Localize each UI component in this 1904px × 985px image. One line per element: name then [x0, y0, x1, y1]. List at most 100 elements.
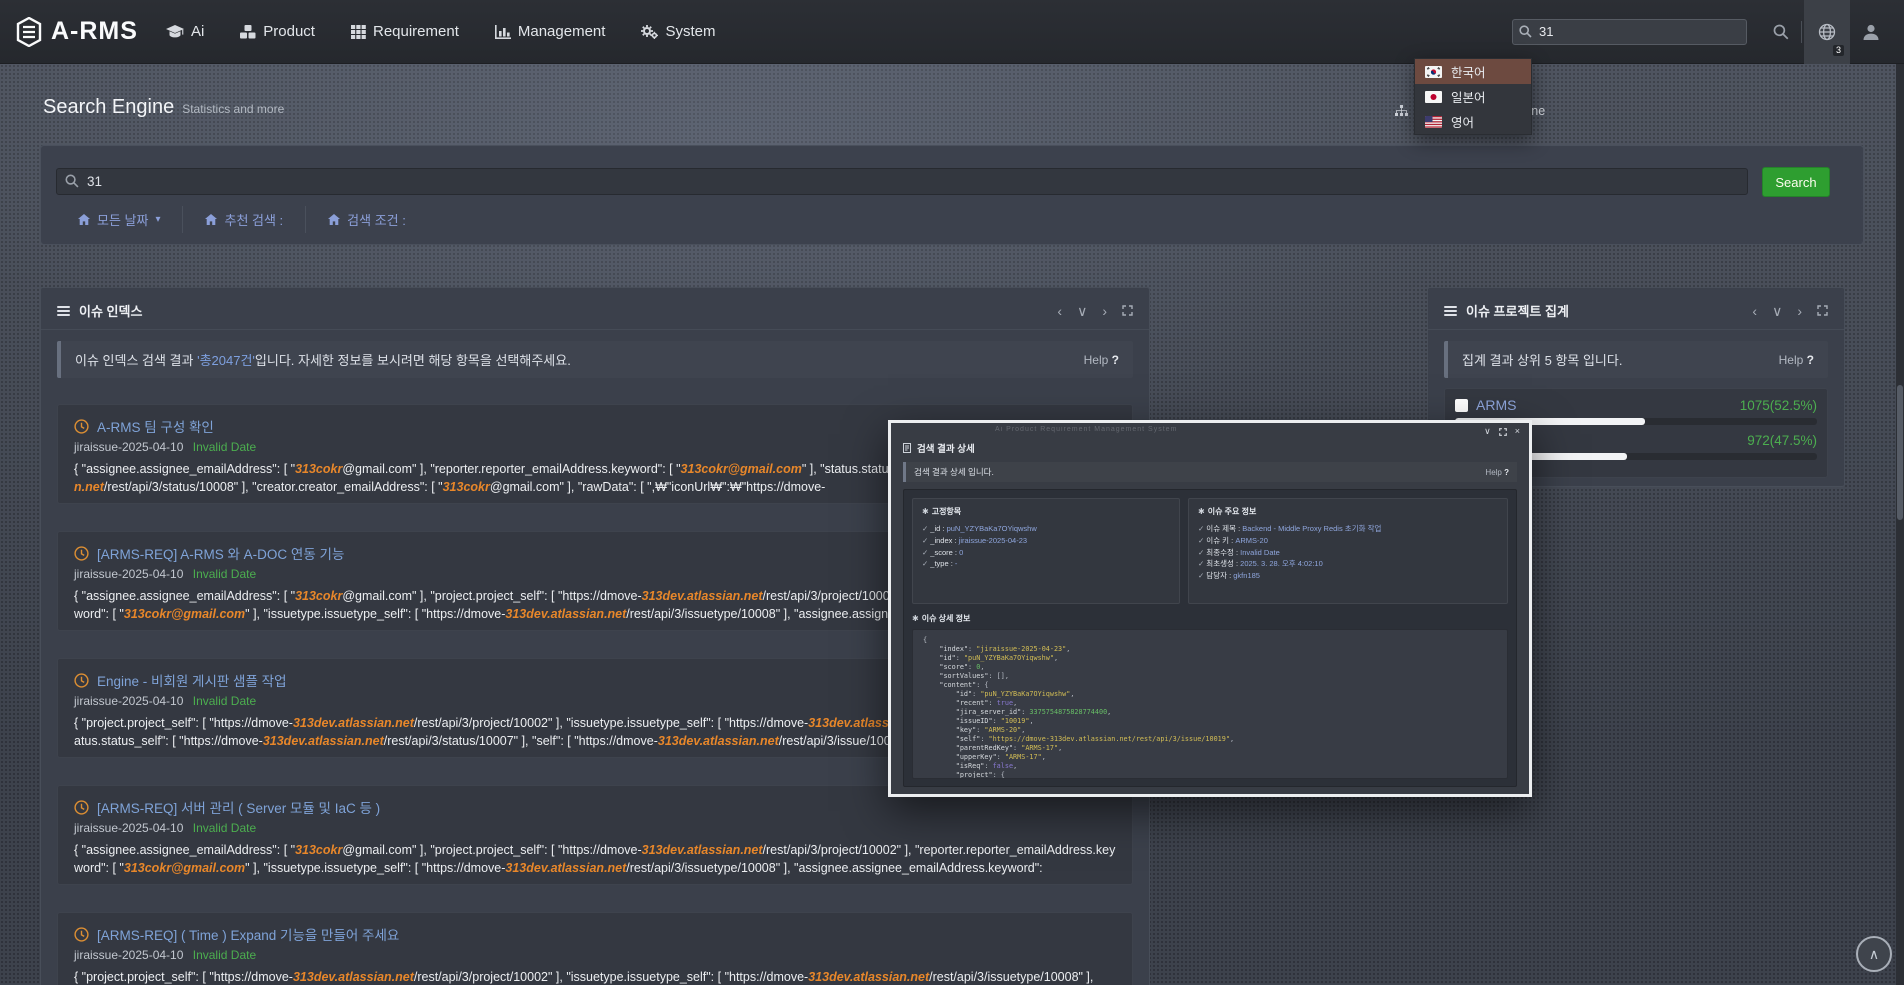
collapse-icon[interactable]: ∨ [1077, 304, 1087, 318]
issue-meta: jiraissue-2025-04-10 Invalid Date [74, 948, 1116, 962]
issue-index-name: jiraissue-2025-04-10 [74, 440, 183, 454]
message-pre: 이슈 인덱스 검색 결과 [75, 353, 197, 368]
issue-title[interactable]: Engine - 비회원 게시판 샘플 작업 [97, 670, 287, 690]
search-submit-button[interactable]: Search [1762, 167, 1830, 197]
language-option-english[interactable]: 영어 [1415, 109, 1531, 134]
search-button-icon[interactable] [1763, 24, 1799, 40]
modal-message-text: 검색 결과 상세 입니다. [914, 466, 994, 478]
modal-body: ✱고정항목 ✓_id : puN_YZYBaKa7OYiqwshw✓_index… [903, 489, 1517, 787]
search-icon [65, 174, 79, 188]
expand-icon[interactable] [1122, 305, 1133, 316]
next-icon[interactable]: › [1797, 304, 1802, 318]
list-icon [57, 304, 70, 318]
close-icon[interactable]: × [1515, 427, 1520, 436]
nav-search [1512, 19, 1747, 45]
result-count-link[interactable]: '총2047건' [197, 353, 255, 368]
issue-index-name: jiraissue-2025-04-10 [74, 948, 183, 962]
sitemap-icon [1395, 105, 1408, 117]
help-button[interactable]: Help ? [1485, 468, 1509, 477]
scroll-to-top-button[interactable]: ∧ [1856, 936, 1892, 972]
logo-text: A-RMS [51, 17, 138, 46]
menu-item-requirement[interactable]: Requirement [351, 23, 459, 40]
page-subtitle: Statistics and more [182, 102, 284, 116]
help-button[interactable]: Help ? [1084, 353, 1119, 367]
issue-index-header: 이슈 인덱스 ‹ ∨ › [41, 288, 1149, 330]
panel-controls: ‹ ∨ › [1057, 304, 1133, 318]
menu-item-label: Ai [191, 23, 204, 40]
issue-list-item[interactable]: [ARMS-REQ] 서버 관리 ( Server 모듈 및 IaC 등 ) j… [57, 785, 1133, 885]
aggregate-message-text: 집계 결과 상위 5 항목 입니다. [1462, 350, 1622, 369]
issue-date: Invalid Date [193, 567, 256, 581]
issue-title[interactable]: [ARMS-REQ] A-RMS 와 A-DOC 연동 기능 [97, 543, 344, 563]
search-input[interactable] [56, 168, 1748, 195]
expand-icon[interactable] [1817, 305, 1828, 316]
page-scrollbar[interactable] [1896, 0, 1904, 985]
message-post: 입니다. 자세한 정보를 보시려면 해당 항목을 선택해주세요. [255, 353, 571, 368]
menu-item-ai[interactable]: Ai [166, 23, 204, 40]
home-icon [205, 214, 217, 225]
issue-title[interactable]: [ARMS-REQ] ( Time ) Expand 기능을 만들어 주세요 [97, 924, 399, 944]
user-icon[interactable] [1850, 23, 1892, 41]
project-count: 972(47.5%) [1747, 433, 1817, 448]
prev-icon[interactable]: ‹ [1057, 304, 1062, 318]
search-filters: 모든 날짜 ▾ 추천 검색 : 검색 조건 : [56, 206, 428, 233]
modal-card-row: ✓_id : puN_YZYBaKa7OYiqwshw [922, 523, 1170, 535]
us-flag-icon [1425, 116, 1442, 128]
filter-label: 추천 검색 : [224, 210, 283, 229]
filter-search-condition[interactable]: 검색 조건 : [305, 206, 428, 233]
project-label[interactable]: ARMS [1476, 397, 1516, 413]
top-navbar: A-RMS Ai Product Requirement Management [0, 0, 1904, 64]
scrollbar-thumb[interactable] [1897, 385, 1903, 520]
language-option-korean[interactable]: 한국어 [1415, 59, 1531, 84]
modal-card-row: ✓_score : 0 [922, 547, 1170, 559]
chevron-down-icon: ▾ [155, 214, 160, 225]
language-button[interactable]: 3 [1804, 0, 1850, 64]
gears-icon [641, 25, 658, 39]
modal-card-row: ✓_index : jiraissue-2025-04-23 [922, 535, 1170, 547]
logo-icon [16, 17, 42, 47]
issue-title[interactable]: [ARMS-REQ] 서버 관리 ( Server 모듈 및 IaC 등 ) [97, 797, 380, 817]
panel-title-text: 이슈 프로젝트 집계 [1466, 301, 1569, 320]
page-head: Search Engine Statistics and more [43, 96, 284, 119]
project-aggregate-header: 이슈 프로젝트 집계 ‹ ∨ › [1428, 288, 1844, 330]
panel-title: 이슈 프로젝트 집계 [1444, 301, 1569, 320]
nav-search-input[interactable] [1512, 19, 1747, 45]
filter-recommended-search[interactable]: 추천 검색 : [182, 206, 305, 233]
language-badge: 3 [1833, 45, 1844, 56]
clock-icon [74, 673, 89, 688]
menu-item-product[interactable]: Product [240, 23, 315, 40]
issue-list-item[interactable]: [ARMS-REQ] ( Time ) Expand 기능을 만들어 주세요 j… [57, 912, 1133, 985]
issue-detail-section-title: ✱이슈 상세 정보 [912, 613, 1508, 624]
menu-item-label: Product [263, 23, 315, 40]
panel-controls: ‹ ∨ › [1752, 304, 1828, 318]
project-checkbox[interactable] [1455, 399, 1468, 412]
modal-json: { "index": "jiraissue-2025-04-23", "id":… [912, 629, 1508, 779]
minimize-icon[interactable]: ∨ [1484, 427, 1491, 436]
next-icon[interactable]: › [1102, 304, 1107, 318]
help-button[interactable]: Help ? [1779, 353, 1814, 367]
menu-item-label: Requirement [373, 23, 459, 40]
nav-right: 3 [1512, 0, 1892, 64]
home-icon [78, 214, 90, 225]
panel-title: 이슈 인덱스 [57, 301, 142, 320]
prev-icon[interactable]: ‹ [1752, 304, 1757, 318]
search-icon [1519, 25, 1532, 38]
bar-chart-icon [495, 25, 511, 39]
collapse-icon[interactable]: ∨ [1772, 304, 1782, 318]
project-aggregate-message: 집계 결과 상위 5 항목 입니다. Help ? [1444, 341, 1828, 378]
menu-item-system[interactable]: System [641, 23, 715, 40]
globe-icon [1818, 23, 1836, 41]
card-title: ✱이슈 주요 정보 [1198, 506, 1498, 517]
issue-title[interactable]: A-RMS 팀 구성 확인 [97, 416, 214, 436]
issue-date: Invalid Date [193, 821, 256, 835]
search-field [56, 168, 1748, 195]
panel-title-text: 이슈 인덱스 [79, 301, 142, 320]
menu-item-management[interactable]: Management [495, 23, 606, 40]
language-option-japanese[interactable]: 일본어 [1415, 84, 1531, 109]
expand-icon[interactable] [1499, 428, 1507, 436]
app-logo[interactable]: A-RMS [16, 17, 138, 47]
modal-title: 검색 결과 상세 [917, 441, 975, 455]
issue-meta: jiraissue-2025-04-10 Invalid Date [74, 821, 1116, 835]
filter-all-dates[interactable]: 모든 날짜 ▾ [56, 206, 182, 233]
cubes-icon [240, 25, 256, 39]
